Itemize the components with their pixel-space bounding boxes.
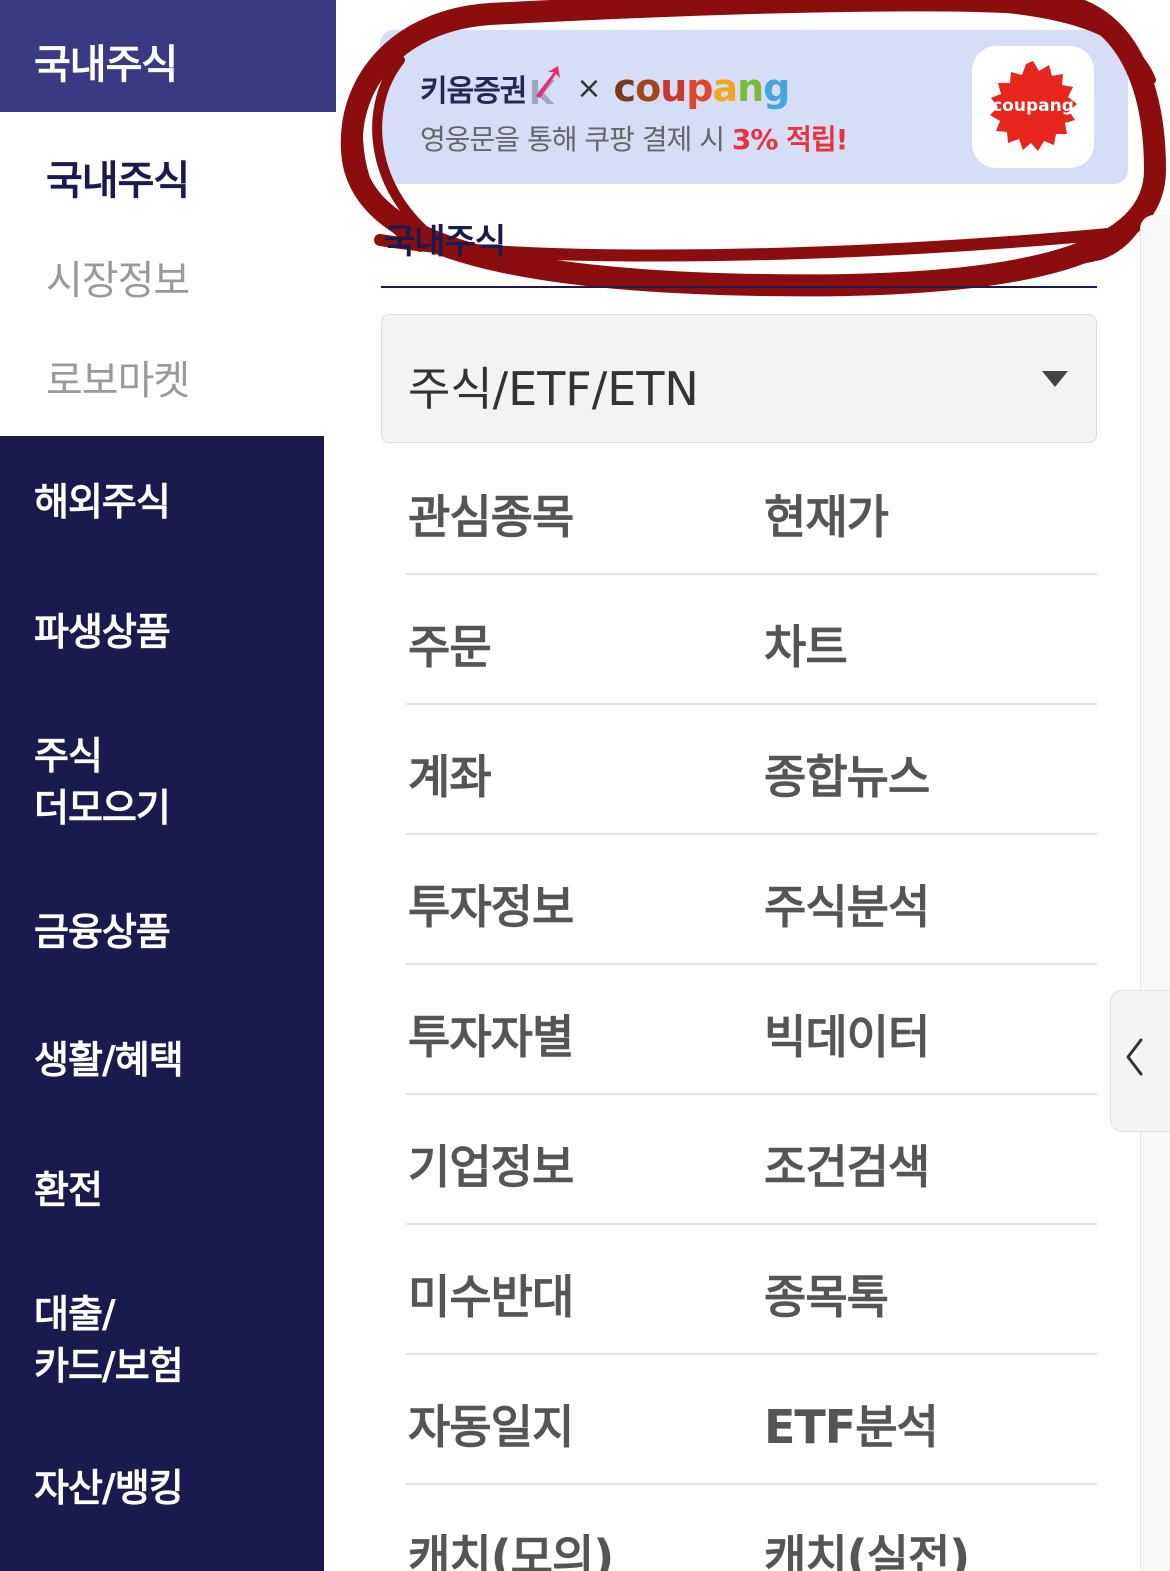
sub-item-market-info[interactable]: 시장정보 [46,248,190,306]
menu-row: 미수반대 종목톡 [406,1225,1097,1355]
category-loan-card-insurance[interactable]: 대출/ 카드/보험 [34,1288,314,1392]
section-title: 국내주식 [384,222,506,262]
menu-item-stock-talk[interactable]: 종목톡 [764,1261,889,1327]
menu-row: 기업정보 조건검색 [406,1095,1097,1225]
menu-item-by-investor[interactable]: 투자자별 [408,1001,574,1067]
banner-description: 영웅문을 통해 쿠팡 결제 시 3% 적립! [420,118,849,158]
drawer-toggle-handle[interactable] [1110,990,1170,1132]
menu-row: 주문 차트 [406,575,1097,705]
menu-item-news[interactable]: 종합뉴스 [764,741,930,807]
banner-reward-highlight: 3% 적립! [731,123,849,156]
menu-item-account[interactable]: 계좌 [408,741,492,807]
menu-item-catch-real[interactable]: 캐치(실전) [764,1521,970,1571]
menu-item-company-info[interactable]: 기업정보 [408,1131,574,1197]
sub-item-robo-market[interactable]: 로보마켓 [46,348,190,406]
menu-row: 자동일지 ETF분석 [406,1355,1097,1485]
category-sidebar: 국내주식 국내주식 시장정보 로보마켓 해외주식 파생상품 주식 더모으기 금융… [0,0,336,1571]
sub-menu-panel: 국내주식 시장정보 로보마켓 [0,112,324,436]
collab-x-symbol: × [576,70,602,106]
category-overseas-stock[interactable]: 해외주식 [34,476,314,528]
menu-item-margin-opposite[interactable]: 미수반대 [408,1261,574,1327]
category-derivatives[interactable]: 파생상품 [34,606,314,658]
category-financial-products[interactable]: 금융상품 [34,906,314,958]
menu-item-order[interactable]: 주문 [408,611,492,677]
section-divider [381,286,1097,288]
menu-row: 투자정보 주식분석 [406,835,1097,965]
menu-item-etf-analysis[interactable]: ETF분석 [764,1391,939,1457]
menu-item-stock-analysis[interactable]: 주식분석 [764,871,930,937]
caret-down-icon [1042,371,1068,387]
category-exchange[interactable]: 환전 [34,1164,314,1216]
kiwoom-brand: 키움증권 [420,74,527,109]
market-type-select[interactable]: 주식/ETF/ETN [381,314,1097,443]
side-drawer-edge [1140,215,1170,1571]
category-asset-banking[interactable]: 자산/뱅킹 [34,1462,314,1514]
menu-row: 투자자별 빅데이터 [406,965,1097,1095]
menu-item-catch-mock[interactable]: 캐치(모의) [408,1521,614,1571]
chevron-left-icon [1126,1038,1143,1076]
promo-banner[interactable]: 키움증권 × coupang 영웅문을 통해 쿠팡 결제 시 3% 적립! co… [380,30,1128,184]
menu-row: 캐치(모의) 캐치(실전) [406,1485,1097,1571]
category-life-benefits[interactable]: 생활/혜택 [34,1034,314,1086]
kiwoom-arrow-logo [528,66,562,110]
coupang-app-label: coupang [992,96,1074,116]
category-active-domestic-stock[interactable]: 국내주식 [0,0,336,112]
app-root: 국내주식 국내주식 시장정보 로보마켓 해외주식 파생상품 주식 더모으기 금융… [0,0,1170,1571]
menu-item-watchlist[interactable]: 관심종목 [408,481,574,547]
menu-row: 계좌 종합뉴스 [406,705,1097,835]
menu-item-big-data[interactable]: 빅데이터 [764,1001,930,1067]
banner-description-text: 영웅문을 통해 쿠팡 결제 시 [420,123,732,156]
coupang-wordmark: coupang [613,66,791,110]
banner-brand-row: 키움증권 × coupang [420,66,791,110]
menu-item-condition-search[interactable]: 조건검색 [764,1131,930,1197]
coupang-app-tile: coupang [972,46,1094,168]
menu-item-investment-info[interactable]: 투자정보 [408,871,574,937]
sub-item-domestic-stock[interactable]: 국내주식 [46,148,190,206]
menu-item-chart[interactable]: 차트 [764,611,848,677]
menu-item-current-price[interactable]: 현재가 [764,481,889,547]
category-stock-saving[interactable]: 주식 더모으기 [34,730,314,834]
menu-item-auto-journal[interactable]: 자동일지 [408,1391,574,1457]
menu-row: 관심종목 현재가 [406,445,1097,575]
market-type-value: 주식/ETF/ETN [408,362,699,416]
